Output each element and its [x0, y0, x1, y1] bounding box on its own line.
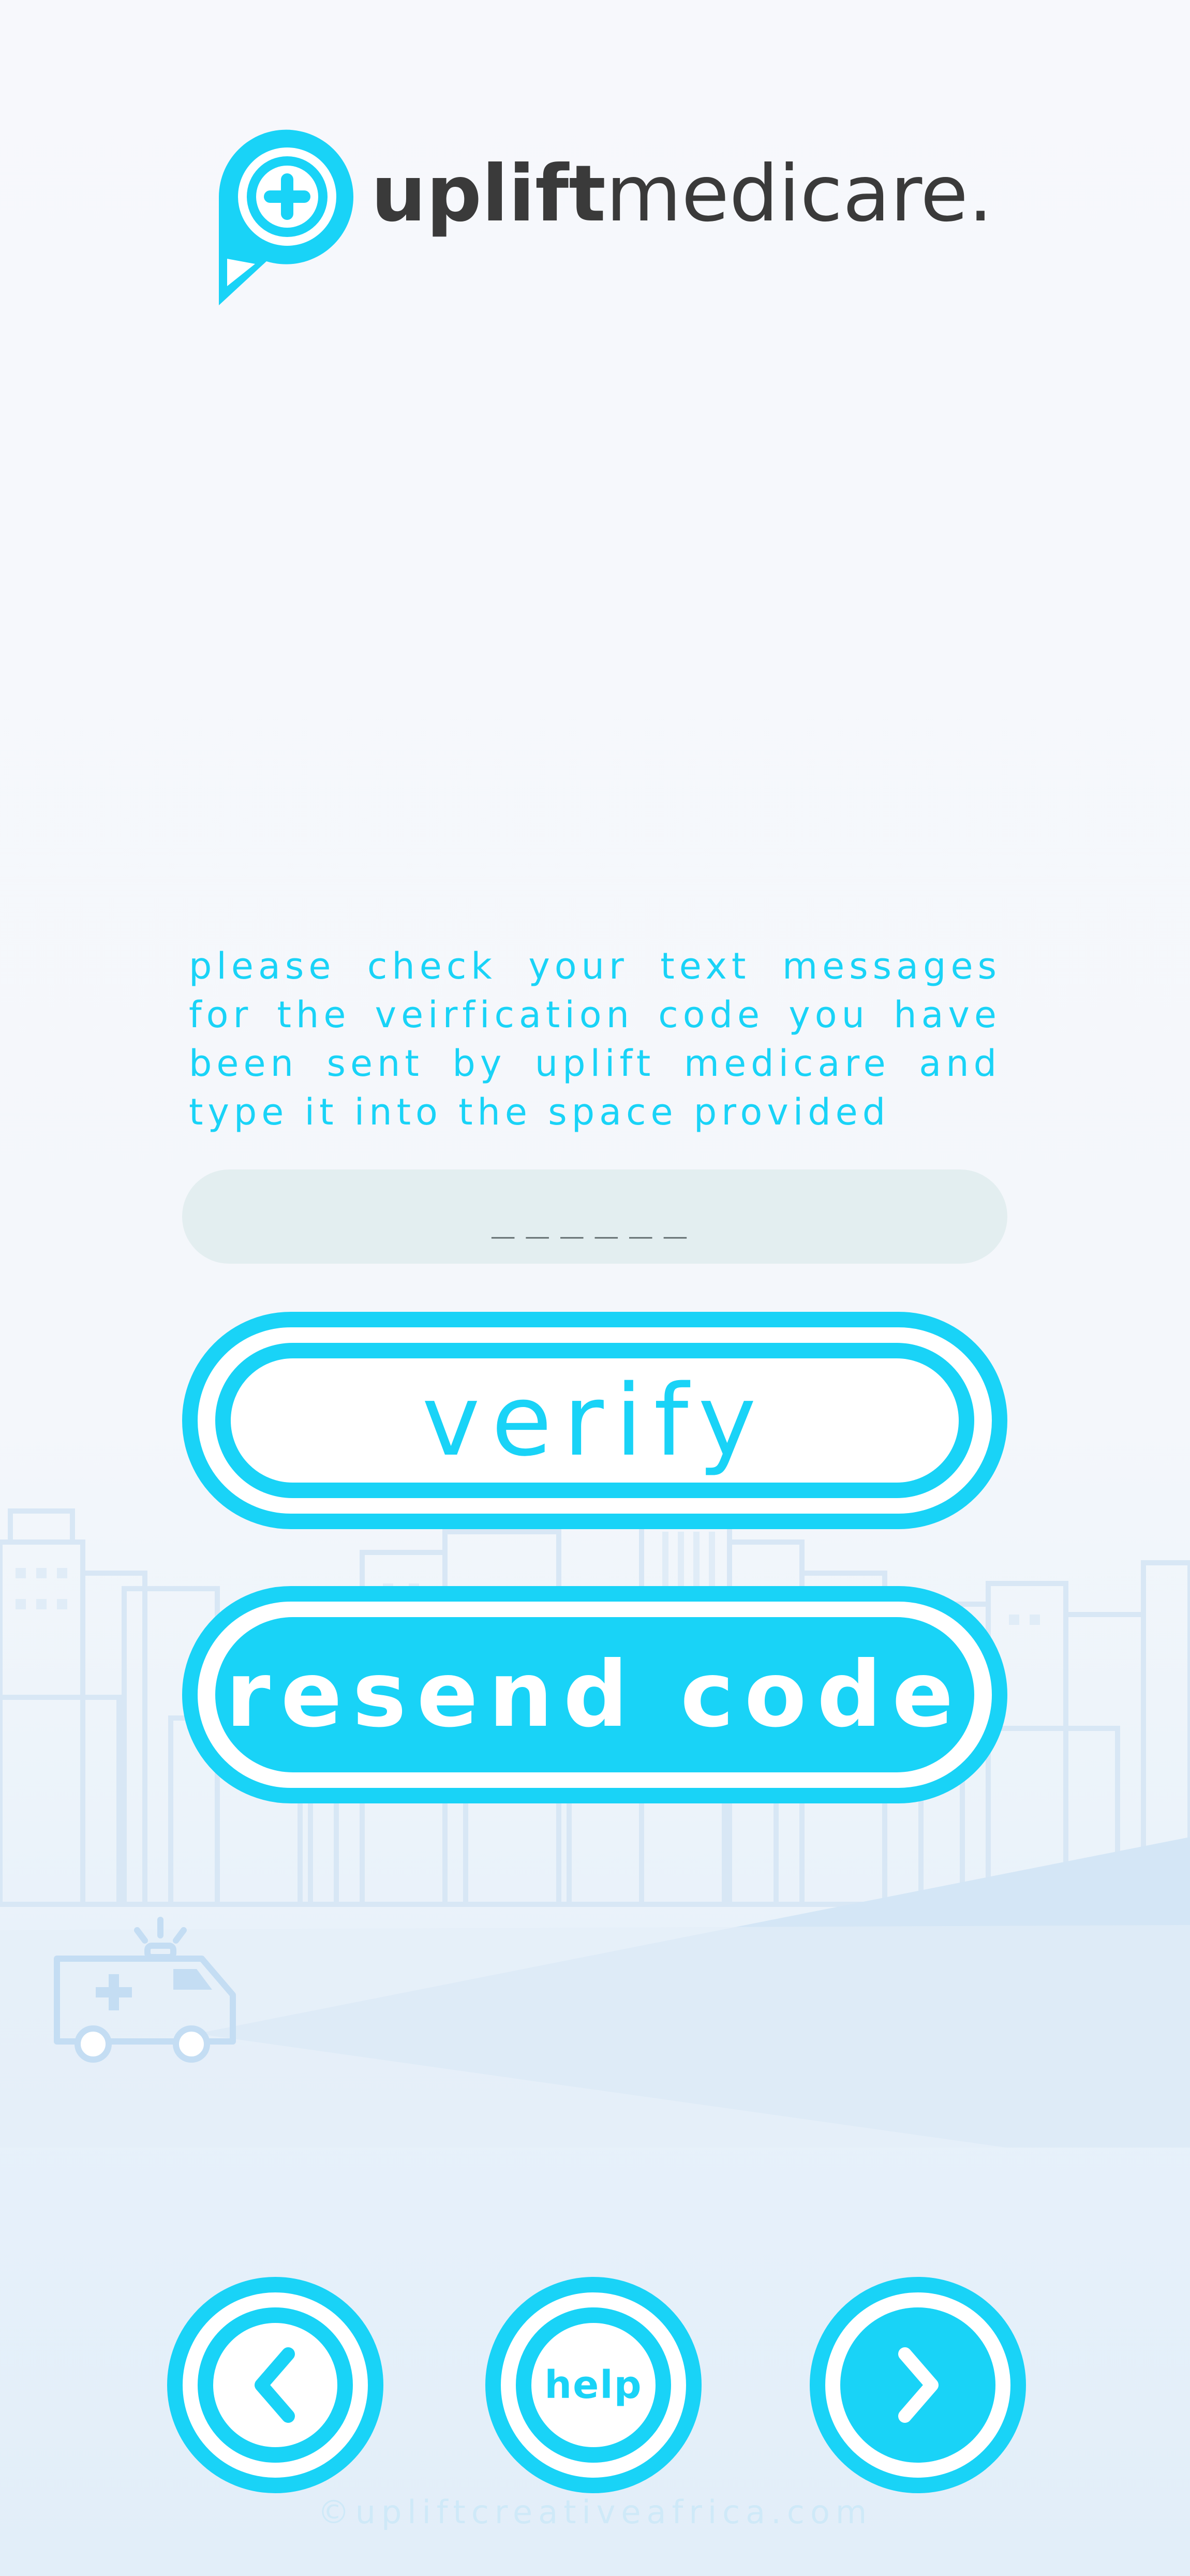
resend-code-button[interactable]: resend code — [182, 1586, 1007, 1803]
logo-plus-bubble-icon — [219, 129, 353, 305]
next-button[interactable] — [810, 2277, 1026, 2493]
ambulance-icon — [54, 1917, 236, 2063]
brand-name-strong: uplift — [371, 149, 606, 239]
verify-button-inner: verify — [215, 1343, 974, 1498]
help-button-label: help — [544, 2363, 643, 2407]
help-button[interactable]: help — [485, 2277, 702, 2493]
help-button-inner: help — [516, 2307, 671, 2463]
chevron-left-icon — [255, 2347, 295, 2423]
verification-code-input[interactable] — [182, 1169, 1007, 1264]
back-button-inner — [198, 2307, 353, 2463]
footer-copyright: ©upliftcreativeafrica.com — [317, 2493, 873, 2531]
next-button-inner — [840, 2307, 995, 2463]
brand-name: upliftmedicare. — [371, 155, 993, 233]
back-button[interactable] — [167, 2277, 383, 2493]
resend-code-button-inner: resend code — [215, 1617, 974, 1772]
brand-logo: upliftmedicare. — [210, 122, 993, 308]
brand-name-light: medicare. — [605, 149, 993, 239]
verify-button-label: verify — [422, 1363, 768, 1478]
resend-code-button-label: resend code — [226, 1642, 964, 1748]
verification-instructions: please check your text messages for the … — [189, 945, 1001, 1133]
chevron-right-icon — [898, 2347, 939, 2423]
verify-button[interactable]: verify — [182, 1312, 1007, 1529]
